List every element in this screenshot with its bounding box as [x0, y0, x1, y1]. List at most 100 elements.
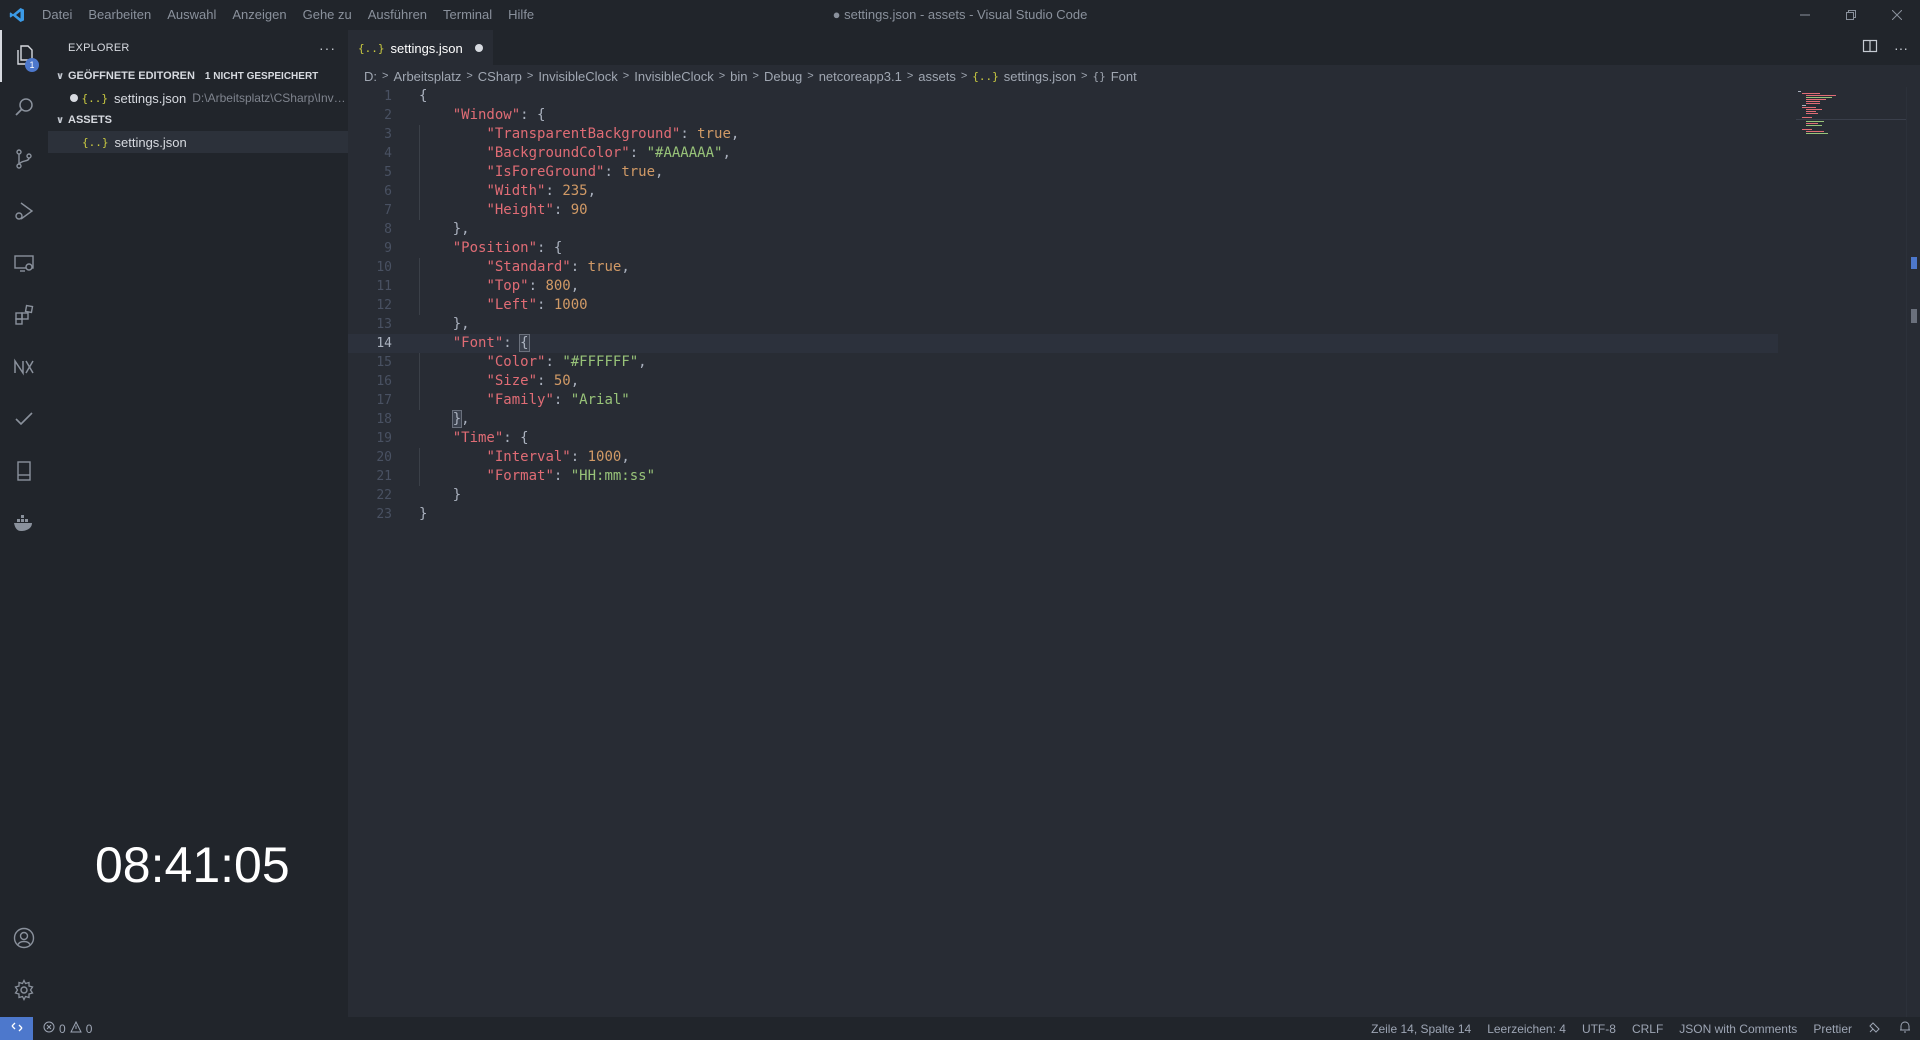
nx-console-button[interactable]	[0, 342, 48, 394]
open-editors-section[interactable]: ∨ GEÖFFNETE EDITOREN 1 NICHT GESPEICHERT	[48, 65, 348, 87]
more-actions-icon[interactable]: ···	[1894, 40, 1908, 56]
prettier-status[interactable]: Prettier	[1813, 1022, 1852, 1036]
feedback-icon[interactable]	[1868, 1020, 1882, 1037]
breadcrumb-item[interactable]: assets	[918, 69, 956, 84]
code-line[interactable]: 16 "Size": 50,	[348, 372, 1778, 391]
breadcrumb-item[interactable]: bin	[730, 69, 747, 84]
json-file-icon: {..}	[972, 69, 999, 83]
code-line[interactable]: 9 "Position": {	[348, 239, 1778, 258]
code-text: {	[419, 88, 428, 104]
manage-button[interactable]	[0, 965, 48, 1017]
minimap[interactable]	[1796, 87, 1906, 147]
breadcrumb-item[interactable]: Font	[1111, 69, 1137, 84]
code-line[interactable]: 6 "Width": 235,	[348, 182, 1778, 201]
code-line[interactable]: 1{	[348, 87, 1778, 106]
assets-folder-section[interactable]: ∨ ASSETS	[48, 109, 348, 131]
menu-auswahl[interactable]: Auswahl	[159, 0, 224, 30]
unsaved-dot-icon[interactable]	[474, 44, 483, 52]
vscode-logo-icon	[0, 0, 34, 30]
cursor-position[interactable]: Zeile 14, Spalte 14	[1371, 1022, 1471, 1036]
chevron-right-icon: >	[622, 70, 630, 82]
vertical-scrollbar[interactable]	[1906, 87, 1920, 1017]
bookmarks-button[interactable]	[0, 446, 48, 498]
code-line[interactable]: 15 "Color": "#FFFFFF",	[348, 353, 1778, 372]
code-line[interactable]: 4 "BackgroundColor": "#AAAAAA",	[348, 144, 1778, 163]
menu-gehe-zu[interactable]: Gehe zu	[295, 0, 360, 30]
testing-button[interactable]	[0, 394, 48, 446]
language-mode[interactable]: JSON with Comments	[1679, 1022, 1797, 1036]
line-number: 21	[376, 469, 392, 484]
menu-bearbeiten[interactable]: Bearbeiten	[80, 0, 159, 30]
encoding[interactable]: UTF-8	[1582, 1022, 1616, 1036]
tree-file-item[interactable]: {..} settings.json	[48, 131, 348, 153]
code-line[interactable]: 20 "Interval": 1000,	[348, 448, 1778, 467]
unsaved-dot-icon	[70, 94, 78, 102]
menu-ausfuehren[interactable]: Ausführen	[360, 0, 435, 30]
code-line[interactable]: 10 "Standard": true,	[348, 258, 1778, 277]
code-line[interactable]: 11 "Top": 800,	[348, 277, 1778, 296]
chevron-right-icon: >	[807, 70, 814, 82]
problems-indicator[interactable]: 0 0	[43, 1020, 92, 1036]
code-line[interactable]: 5 "IsForeGround": true,	[348, 163, 1778, 182]
code-text: "Position": {	[452, 240, 563, 256]
code-line[interactable]: 17 "Family": "Arial"	[348, 391, 1778, 410]
code-text: "Family": "Arial"	[486, 392, 630, 408]
code-text: }	[419, 506, 428, 522]
code-text: "Interval": 1000,	[486, 449, 630, 465]
run-debug-button[interactable]	[0, 186, 48, 238]
code-line[interactable]: 21 "Format": "HH:mm:ss"	[348, 467, 1778, 486]
code-line[interactable]: 3 "TransparentBackground": true,	[348, 125, 1778, 144]
code-text: "Color": "#FFFFFF",	[486, 354, 647, 370]
code-line[interactable]: 14 "Font": {	[348, 334, 1778, 353]
breadcrumb: D: > Arbeitsplatz > CSharp > InvisibleClock…	[348, 65, 1920, 87]
code-line[interactable]: 23}	[348, 505, 1778, 524]
menu-hilfe[interactable]: Hilfe	[500, 0, 542, 30]
line-number: 1	[384, 89, 392, 104]
code-line[interactable]: 22 }	[348, 486, 1778, 505]
menu-datei[interactable]: Datei	[34, 0, 80, 30]
code-line[interactable]: 8 },	[348, 220, 1778, 239]
extensions-icon	[12, 303, 36, 330]
breadcrumb-item[interactable]: D:	[364, 69, 377, 84]
json-file-icon: {..}	[82, 135, 109, 149]
code-line[interactable]: 2 "Window": {	[348, 106, 1778, 125]
breadcrumb-item[interactable]: netcoreapp3.1	[819, 69, 902, 84]
code-line[interactable]: 12 "Left": 1000	[348, 296, 1778, 315]
docker-button[interactable]	[0, 498, 48, 550]
testing-check-icon	[12, 407, 36, 434]
breadcrumb-item[interactable]: CSharp	[478, 69, 522, 84]
menu-anzeigen[interactable]: Anzeigen	[224, 0, 294, 30]
breadcrumb-item[interactable]: InvisibleClock	[634, 69, 713, 84]
breadcrumb-item[interactable]: settings.json	[1004, 69, 1076, 84]
extensions-button[interactable]	[0, 290, 48, 342]
notifications-bell-icon[interactable]	[1898, 1020, 1912, 1037]
accounts-button[interactable]	[0, 913, 48, 965]
open-editor-item[interactable]: {..} settings.json D:\Arbeitsplatz\CShar…	[48, 87, 348, 109]
code-line[interactable]: 13 },	[348, 315, 1778, 334]
code-line[interactable]: 18 },	[348, 410, 1778, 429]
breadcrumb-item[interactable]: Debug	[764, 69, 802, 84]
breadcrumb-item[interactable]: InvisibleClock	[538, 69, 617, 84]
breadcrumb-item[interactable]: Arbeitsplatz	[393, 69, 461, 84]
code-text: "Width": 235,	[486, 183, 597, 199]
close-window-button[interactable]	[1874, 0, 1920, 30]
minimize-button[interactable]	[1782, 0, 1828, 30]
more-actions-icon[interactable]: ···	[319, 40, 336, 56]
menu-terminal[interactable]: Terminal	[435, 0, 500, 30]
line-ending[interactable]: CRLF	[1632, 1022, 1663, 1036]
remote-explorer-button[interactable]	[0, 238, 48, 290]
remote-indicator-button[interactable]	[0, 1017, 33, 1040]
source-control-button[interactable]	[0, 134, 48, 186]
code-line[interactable]: 19 "Time": {	[348, 429, 1778, 448]
line-number: 8	[384, 222, 392, 237]
explorer-button[interactable]: 1	[0, 30, 48, 82]
search-button[interactable]	[0, 82, 48, 134]
code-line[interactable]: 7 "Height": 90	[348, 201, 1778, 220]
code-text: "Top": 800,	[486, 278, 580, 294]
restore-button[interactable]	[1828, 0, 1874, 30]
split-editor-icon[interactable]	[1862, 38, 1878, 57]
code-editor[interactable]: 1{2 "Window": {3 "TransparentBackground"…	[348, 87, 1778, 524]
indentation[interactable]: Leerzeichen: 4	[1487, 1022, 1566, 1036]
tab-settings-json[interactable]: {..} settings.json	[348, 30, 493, 65]
code-text: "Size": 50,	[486, 373, 580, 389]
